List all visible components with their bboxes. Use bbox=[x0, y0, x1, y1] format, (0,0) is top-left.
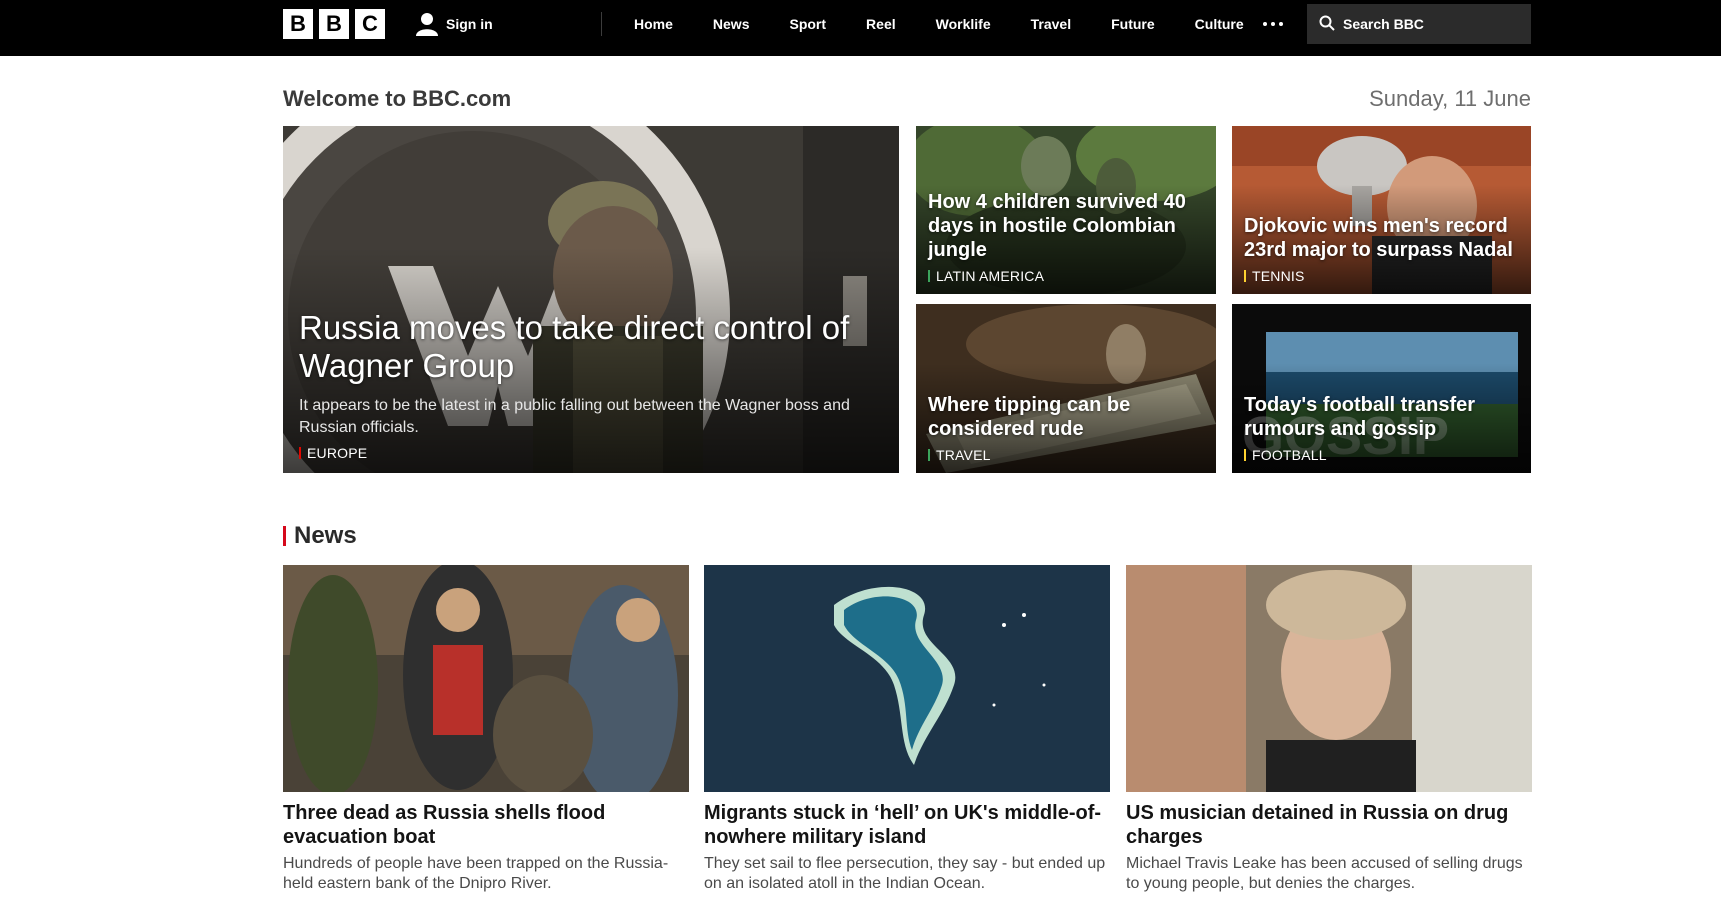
story-image-atoll bbox=[704, 565, 1110, 792]
story-summary: Michael Travis Leake has been accused of… bbox=[1126, 855, 1523, 892]
hero-tag-label: EUROPE bbox=[307, 445, 368, 461]
logo-letter-c: C bbox=[355, 9, 385, 39]
card-headline[interactable]: How 4 children survived 40 days in hosti… bbox=[928, 190, 1204, 262]
section-accent-bar bbox=[283, 526, 286, 546]
hero-summary: It appears to be the latest in a public … bbox=[299, 397, 850, 436]
card-tag-marker bbox=[1244, 270, 1246, 282]
news-story-card[interactable]: Three dead as Russia shells flood evacua… bbox=[283, 565, 689, 894]
card-category-tag[interactable]: TENNIS bbox=[1244, 268, 1519, 284]
nav-link-home[interactable]: Home bbox=[614, 16, 693, 32]
hero-category-tag[interactable]: EUROPE bbox=[299, 445, 879, 461]
hero-headline[interactable]: Russia moves to take direct control of W… bbox=[299, 309, 879, 385]
story-headline[interactable]: US musician detained in Russia on drug c… bbox=[1126, 801, 1532, 849]
nav-link-sport[interactable]: Sport bbox=[769, 16, 846, 32]
news-story-card[interactable]: US musician detained in Russia on drug c… bbox=[1126, 565, 1532, 894]
sign-in-button[interactable]: Sign in bbox=[416, 10, 493, 38]
search-input[interactable]: Search BBC bbox=[1307, 4, 1531, 44]
card-headline[interactable]: Today's football transfer rumours and go… bbox=[1244, 393, 1519, 441]
search-placeholder: Search BBC bbox=[1343, 16, 1424, 32]
nav-link-reel[interactable]: Reel bbox=[846, 16, 916, 32]
logo-letter-b2: B bbox=[319, 9, 349, 39]
search-icon bbox=[1319, 15, 1335, 34]
top-navigation-bar: B B C Sign in Home News Sport Reel Workl… bbox=[0, 0, 1721, 56]
news-story-card[interactable]: Migrants stuck in ‘hell’ on UK's middle-… bbox=[704, 565, 1110, 894]
card-headline[interactable]: Djokovic wins men's record 23rd major to… bbox=[1244, 214, 1519, 262]
nav-link-future[interactable]: Future bbox=[1091, 16, 1175, 32]
nav-link-travel[interactable]: Travel bbox=[1011, 16, 1091, 32]
card-tag-label: LATIN AMERICA bbox=[936, 268, 1045, 284]
news-section-header[interactable]: News bbox=[283, 522, 357, 550]
nav-link-news[interactable]: News bbox=[693, 16, 770, 32]
feature-card-tipping[interactable]: Where tipping can be considered rude TRA… bbox=[916, 304, 1216, 473]
card-tag-label: TRAVEL bbox=[936, 447, 991, 463]
card-headline[interactable]: Where tipping can be considered rude bbox=[928, 393, 1204, 441]
bbc-logo[interactable]: B B C bbox=[283, 9, 385, 39]
story-image-evacuation bbox=[283, 565, 689, 792]
card-category-tag[interactable]: FOOTBALL bbox=[1244, 447, 1519, 463]
feature-card-colombia[interactable]: How 4 children survived 40 days in hosti… bbox=[916, 126, 1216, 294]
card-tag-label: TENNIS bbox=[1252, 268, 1305, 284]
card-category-tag[interactable]: LATIN AMERICA bbox=[928, 268, 1204, 284]
story-headline[interactable]: Migrants stuck in ‘hell’ on UK's middle-… bbox=[704, 801, 1110, 849]
logo-letter-b1: B bbox=[283, 9, 313, 39]
nav-link-worklife[interactable]: Worklife bbox=[916, 16, 1011, 32]
news-section-label: News bbox=[294, 522, 357, 549]
more-menu-icon[interactable] bbox=[1261, 15, 1285, 33]
story-headline[interactable]: Three dead as Russia shells flood evacua… bbox=[283, 801, 689, 849]
nav-link-culture[interactable]: Culture bbox=[1175, 16, 1264, 32]
story-image-musician bbox=[1126, 565, 1532, 792]
date-label: Sunday, 11 June bbox=[1369, 86, 1531, 111]
hero-tag-marker bbox=[299, 447, 301, 459]
card-tag-marker bbox=[928, 449, 930, 461]
user-icon bbox=[416, 12, 438, 36]
story-summary: They set sail to flee persecution, they … bbox=[704, 855, 1106, 892]
card-category-tag[interactable]: TRAVEL bbox=[928, 447, 1204, 463]
story-summary: Hundreds of people have been trapped on … bbox=[283, 855, 669, 892]
hero-story-card[interactable]: Russia moves to take direct control of W… bbox=[283, 126, 899, 473]
feature-card-football-gossip[interactable]: GOSSIP Today's football transfer rumours… bbox=[1232, 304, 1531, 473]
card-tag-marker bbox=[1244, 449, 1246, 461]
nav-divider bbox=[601, 12, 602, 36]
sign-in-label: Sign in bbox=[446, 16, 493, 32]
card-tag-label: FOOTBALL bbox=[1252, 447, 1327, 463]
feature-card-djokovic[interactable]: Djokovic wins men's record 23rd major to… bbox=[1232, 126, 1531, 294]
card-tag-marker bbox=[928, 270, 930, 282]
nav-links: Home News Sport Reel Worklife Travel Fut… bbox=[614, 0, 1264, 48]
welcome-heading: Welcome to BBC.com bbox=[283, 86, 512, 111]
